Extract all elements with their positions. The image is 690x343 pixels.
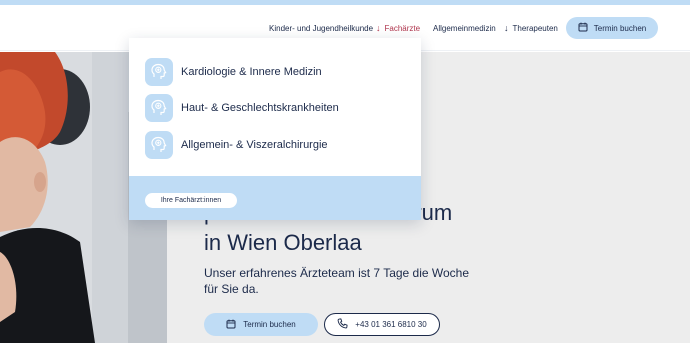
head-medical-icon: [145, 94, 173, 122]
nav-item-allgemeinmedizin[interactable]: Allgemeinmedizin: [433, 5, 496, 51]
dropdown-item-kardiologie[interactable]: Kardiologie & Innere Medizin: [145, 58, 322, 86]
hero-title-line: in Wien Oberlaa: [204, 230, 362, 255]
head-medical-icon: [145, 58, 173, 86]
header-book-button[interactable]: Termin buchen: [566, 17, 658, 39]
fachaerzte-overview-button[interactable]: Ihre Fachärzt:innen: [145, 193, 237, 208]
hero-phone-button[interactable]: +43 01 361 6810 30: [324, 313, 440, 336]
nav-item-label: Allgemeinmedizin: [433, 23, 496, 33]
dropdown-footer: Ihre Fachärzt:innen: [129, 176, 421, 220]
hero-book-label: Termin buchen: [243, 320, 296, 329]
dropdown-item-label: Allgemein- & Viszeralchirurgie: [181, 139, 328, 151]
calendar-icon: [226, 319, 236, 331]
nav-item-therapeuten[interactable]: ↓ Therapeuten: [504, 5, 558, 51]
dropdown-item-haut[interactable]: Haut- & Geschlechtskrankheiten: [145, 94, 339, 122]
nav-item-label: Kinder- und Jugendheilkunde: [269, 23, 374, 33]
dropdown-item-chirurgie[interactable]: Allgemein- & Viszeralchirurgie: [145, 131, 328, 159]
hero-subtitle-line: für Sie da.: [204, 282, 259, 296]
head-medical-icon: [145, 131, 173, 159]
hero-subtitle: Unser erfahrenes Ärzteteam ist 7 Tage di…: [204, 265, 484, 297]
hero-subtitle-line: Unser erfahrenes Ärzteteam ist 7 Tage di…: [204, 266, 470, 280]
calendar-icon: [578, 22, 588, 34]
fachaerzte-dropdown-menu: Kardiologie & Innere Medizin Haut- & Ges…: [129, 38, 421, 220]
dropdown-item-label: Kardiologie & Innere Medizin: [181, 66, 322, 78]
nav-item-label: Therapeuten: [512, 23, 558, 33]
phone-icon: [337, 318, 348, 331]
arrow-down-icon: ↓: [504, 22, 509, 33]
hero-book-button[interactable]: Termin buchen: [204, 313, 318, 336]
book-button-label: Termin buchen: [593, 23, 647, 33]
arrow-down-icon: ↓: [376, 22, 381, 33]
hero-phone-label: +43 01 361 6810 30: [355, 320, 427, 329]
dropdown-item-label: Haut- & Geschlechtskrankheiten: [181, 102, 339, 114]
nav-item-label: Fachärzte: [384, 23, 421, 33]
